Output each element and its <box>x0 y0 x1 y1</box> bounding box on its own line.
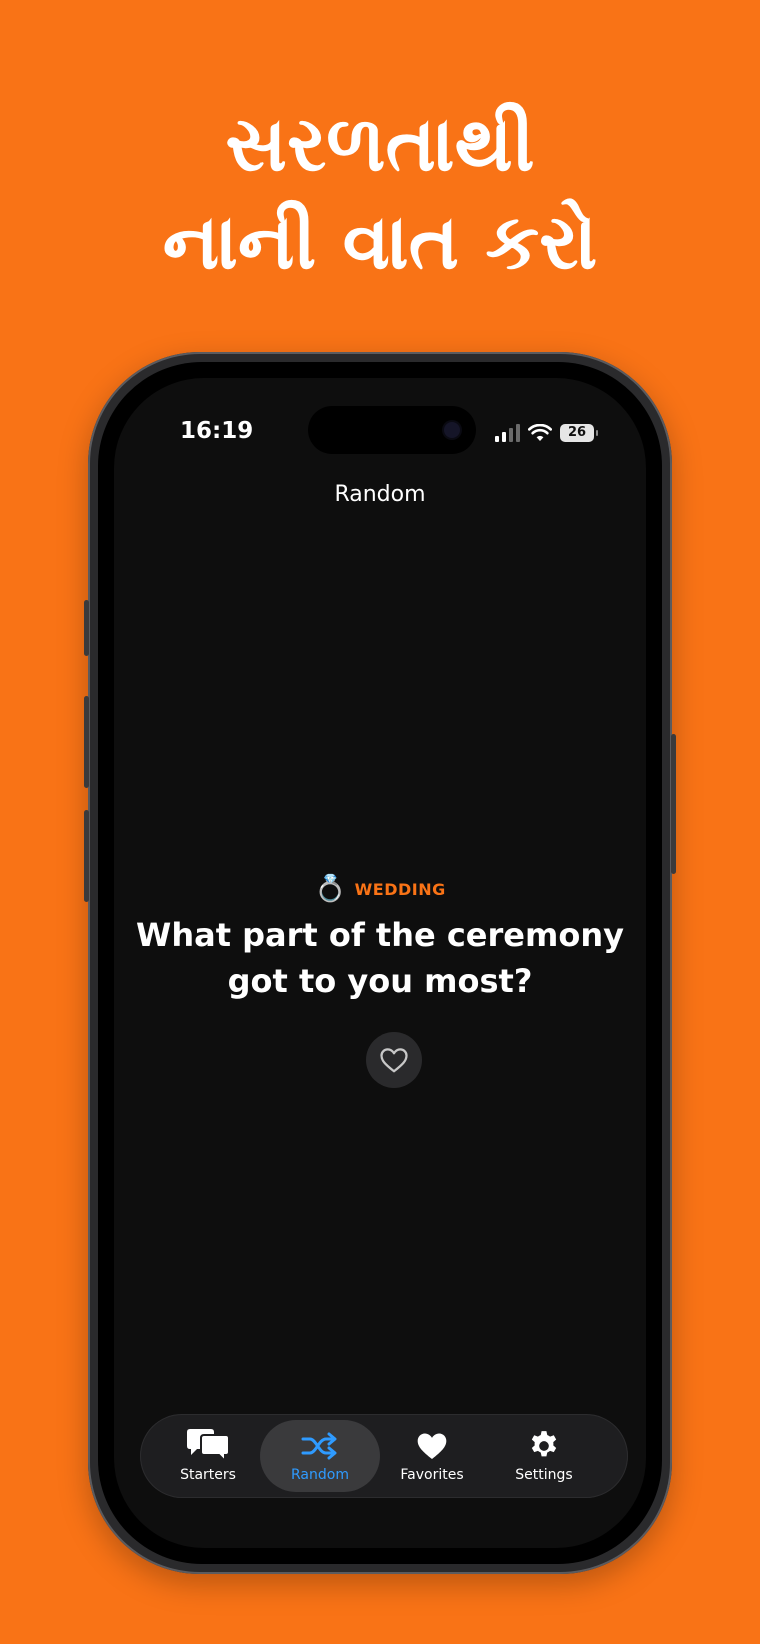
gear-icon <box>531 1431 557 1457</box>
tab-label: Settings <box>515 1467 573 1483</box>
status-time: 16:19 <box>180 418 254 444</box>
power-button <box>671 734 676 874</box>
tab-bar: Starters Random Favorites Settings <box>140 1414 628 1498</box>
status-indicators: 26 <box>495 422 598 444</box>
tab-label: Favorites <box>400 1467 464 1483</box>
headline-line-1: સરળતાથી <box>225 99 535 188</box>
battery-icon: 26 <box>560 424 598 442</box>
category-label: WEDDING <box>354 879 446 899</box>
tab-starters[interactable]: Starters <box>148 1420 268 1492</box>
camera-icon <box>444 422 460 438</box>
headline-line-2: નાની વાત કરો <box>162 197 598 286</box>
phone-frame: 16:19 26 Random 💍 WEDDING What part of t… <box>84 352 676 1574</box>
tab-label: Random <box>291 1467 349 1483</box>
volume-down-button <box>84 810 89 902</box>
cellular-signal-icon <box>495 424 520 442</box>
volume-up-button <box>84 696 89 788</box>
app-screen: 16:19 26 Random 💍 WEDDING What part of t… <box>114 378 646 1548</box>
ring-icon: 💍 <box>314 874 347 904</box>
tab-random[interactable]: Random <box>260 1420 380 1492</box>
tab-label: Starters <box>180 1467 236 1483</box>
tab-settings[interactable]: Settings <box>484 1420 604 1492</box>
wifi-icon <box>528 424 552 441</box>
promo-headline: સરળતાથી નાની વાત કરો <box>0 95 760 291</box>
shuffle-icon <box>301 1432 337 1460</box>
favorite-button[interactable] <box>366 1032 422 1088</box>
chat-bubbles-icon <box>187 1429 230 1464</box>
page-title: Random <box>334 482 426 507</box>
heart-outline-icon <box>380 1048 408 1073</box>
category-tag: 💍 WEDDING <box>114 874 646 904</box>
heart-icon <box>417 1433 447 1459</box>
question-text: What part of the ceremony got to you mos… <box>136 916 624 1000</box>
action-button <box>84 600 89 656</box>
phone-bezel: 16:19 26 Random 💍 WEDDING What part of t… <box>98 362 662 1564</box>
dynamic-island <box>308 406 476 454</box>
tab-favorites[interactable]: Favorites <box>372 1420 492 1492</box>
